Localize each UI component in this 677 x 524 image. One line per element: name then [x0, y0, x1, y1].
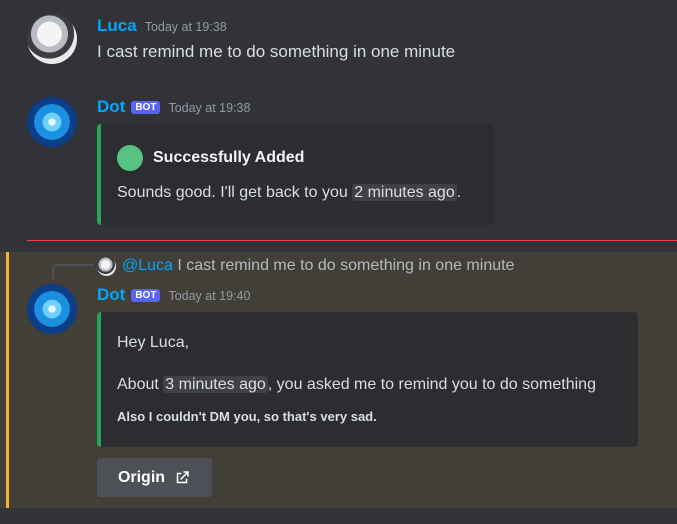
timestamp[interactable]: Today at 19:40 — [168, 289, 250, 303]
luca-avatar[interactable] — [27, 14, 77, 64]
embed-text-before: Sounds good. I'll get back to you — [117, 184, 353, 201]
message-header: Luca Today at 19:38 — [97, 16, 227, 36]
origin-button-label: Origin — [117, 468, 166, 486]
reply-mention[interactable]: @Luca — [122, 257, 173, 274]
success-embed: Successfully Added Sounds good. I'll get… — [97, 124, 494, 225]
author-name[interactable]: Dot — [97, 285, 125, 304]
message-header: Dot BOT Today at 19:40 — [97, 285, 250, 305]
author-name[interactable]: Luca — [97, 16, 137, 35]
reply-text: I cast remind me to do something in one … — [177, 257, 515, 274]
timestamp[interactable]: Today at 19:38 — [168, 101, 250, 115]
relative-timestamp[interactable]: 3 minutes ago — [163, 376, 268, 393]
reminder-embed: Hey Luca, About 3 minutes ago, you asked… — [97, 312, 638, 447]
origin-link-button[interactable]: Origin — [97, 458, 212, 497]
embed-title: Successfully Added — [153, 149, 305, 166]
bot-badge: BOT — [131, 289, 161, 302]
embed-text-after: . — [456, 184, 462, 201]
reply-connector — [52, 264, 94, 280]
author-name[interactable]: Dot — [97, 97, 125, 116]
embed-greeting: Hey Luca, — [117, 334, 190, 351]
mention-highlight-bar — [6, 252, 9, 508]
embed-title-row: Successfully Added — [117, 145, 304, 171]
about-text-after: , you asked me to remind you to do somet… — [267, 376, 596, 393]
about-text-before: About — [117, 376, 164, 393]
bot-badge: BOT — [131, 101, 161, 114]
message-text: I cast remind me to do something in one … — [97, 42, 456, 61]
embed-description: About 3 minutes ago, you asked me to rem… — [117, 376, 596, 394]
embed-description: Sounds good. I'll get back to you 2 minu… — [117, 184, 461, 202]
success-check-icon — [117, 145, 143, 171]
external-link-icon — [176, 470, 189, 483]
new-messages-divider — [27, 240, 677, 241]
reply-preview[interactable]: @Luca I cast remind me to do something i… — [122, 257, 514, 275]
reply-avatar-icon[interactable] — [97, 257, 116, 276]
relative-timestamp[interactable]: 2 minutes ago — [352, 184, 457, 201]
timestamp[interactable]: Today at 19:38 — [145, 20, 227, 34]
bot-avatar[interactable] — [27, 284, 77, 334]
bot-avatar[interactable] — [27, 97, 77, 147]
message-header: Dot BOT Today at 19:38 — [97, 97, 250, 117]
chat-bottom-area — [0, 508, 677, 524]
embed-footer-note: Also I couldn't DM you, so that's very s… — [117, 409, 377, 424]
